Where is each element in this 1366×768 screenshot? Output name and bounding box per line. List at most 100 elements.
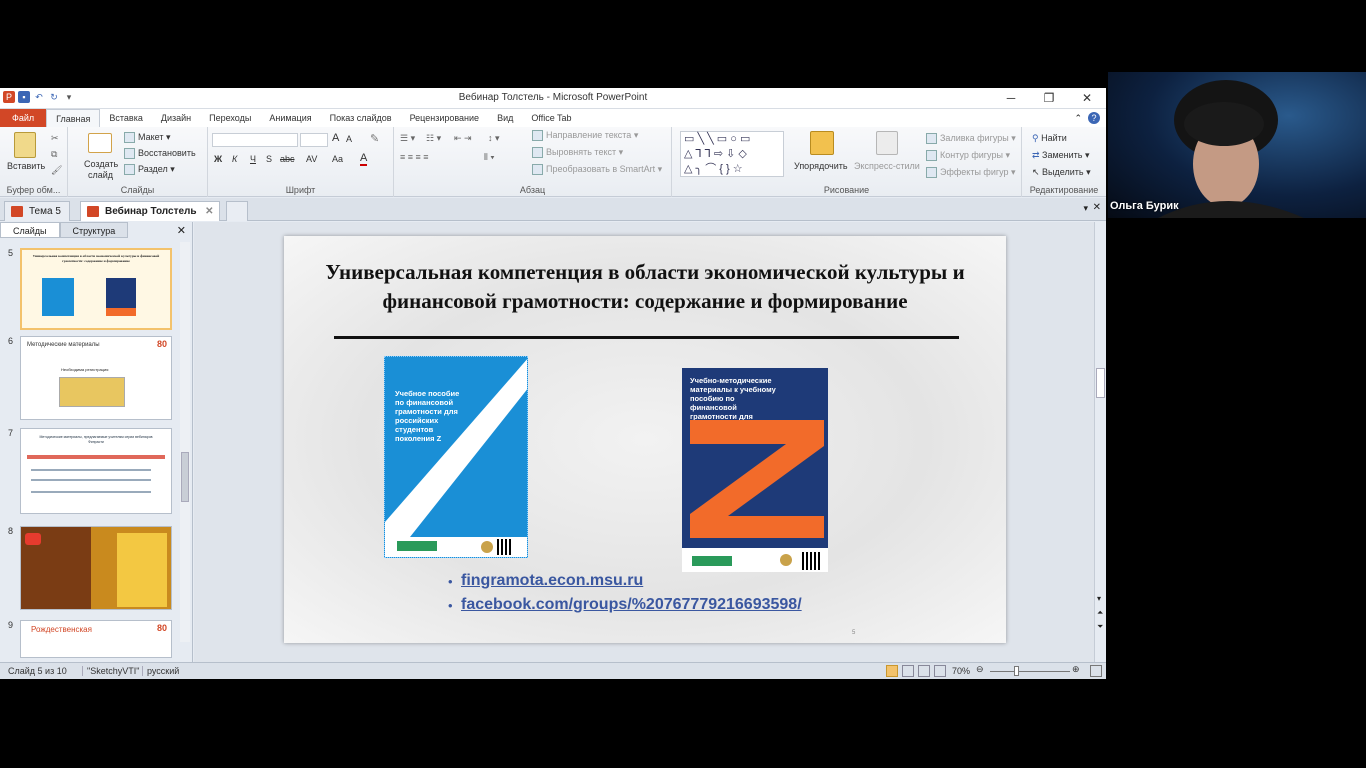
slide-thumbnail-6[interactable]: Методические материалы 80 Необходима рег… <box>20 336 172 420</box>
layout-button[interactable]: Макет ▾ <box>124 132 171 144</box>
tab-home[interactable]: Главная <box>46 109 101 127</box>
change-case-button[interactable]: Aa <box>332 154 343 164</box>
italic-button[interactable]: К <box>232 154 237 164</box>
clear-format-icon[interactable]: ✎ <box>370 132 379 145</box>
link-facebook[interactable]: facebook.com/groups/%20767779216693598/ <box>461 596 802 614</box>
paste-button[interactable]: Вставить <box>7 161 45 171</box>
close-tab-icon[interactable]: ✕ <box>205 202 213 221</box>
text-direction-button[interactable]: Направление текста ▾ <box>532 130 638 142</box>
tab-office-tab[interactable]: Office Tab <box>522 109 580 127</box>
font-size-box[interactable] <box>300 133 328 147</box>
slide-thumbnail-8[interactable] <box>20 526 172 610</box>
zoom-out-icon[interactable]: ⊖ <box>976 664 984 675</box>
align-buttons[interactable]: ≡ ≡ ≡ ≡ <box>400 152 429 162</box>
format-painter-icon[interactable]: 🖌 <box>51 165 62 176</box>
close-button[interactable]: ✕ <box>1068 88 1106 109</box>
doc-tab-theme5[interactable]: Тема 5 <box>4 201 70 221</box>
new-slide-button[interactable]: Создать <box>84 159 118 169</box>
panel-scrollbar[interactable] <box>180 242 190 642</box>
close-doc-icon[interactable]: ✕ <box>1093 202 1101 213</box>
select-button[interactable]: ↖ Выделить ▾ <box>1032 167 1091 178</box>
doc-tab-webinar[interactable]: Вебинар Толстель ✕ <box>80 201 220 221</box>
find-button[interactable]: ⚲ Найти <box>1032 133 1067 144</box>
fit-slide-icon[interactable] <box>1090 665 1102 677</box>
new-slide-button-line2[interactable]: слайд <box>88 170 113 180</box>
slide-sorter-icon[interactable] <box>902 665 914 677</box>
cut-icon[interactable]: ✂ <box>51 133 59 144</box>
line-spacing-icon[interactable]: ↕ ▾ <box>488 133 500 144</box>
tab-list-icon[interactable]: ▾ <box>1083 203 1088 214</box>
close-panel-icon[interactable]: ✕ <box>177 224 186 237</box>
next-slide-icon[interactable]: ⏷ <box>1097 622 1103 632</box>
grow-font-button[interactable]: A <box>332 132 339 144</box>
reading-view-icon[interactable] <box>918 665 930 677</box>
tab-slides[interactable]: Слайды <box>0 222 60 238</box>
slideshow-icon[interactable] <box>934 665 946 677</box>
bullets-icon[interactable]: ☰ ▾ <box>400 133 415 144</box>
tab-transitions[interactable]: Переходы <box>200 109 260 127</box>
section-button[interactable]: Раздел ▾ <box>124 164 175 176</box>
book-2-z-shape <box>690 420 824 538</box>
copy-icon[interactable]: ⧉ <box>51 149 57 160</box>
language[interactable]: русский <box>142 666 179 676</box>
columns-icon[interactable]: ⫴ ▾ <box>484 152 495 163</box>
book-cover-2[interactable]: Учебно-методические материалы к учебному… <box>682 368 828 572</box>
font-color-button[interactable]: A <box>360 152 368 166</box>
replace-button[interactable]: ⇄ Заменить ▾ <box>1032 150 1090 161</box>
align-text-button[interactable]: Выровнять текст ▾ <box>532 147 623 159</box>
tab-review[interactable]: Рецензирование <box>401 109 489 127</box>
minimize-button[interactable]: ─ <box>992 88 1030 109</box>
editor-scrollbar[interactable]: ▾ ⏶ ⏷ <box>1094 222 1106 662</box>
reset-button[interactable]: Восстановить <box>124 148 196 160</box>
tab-slideshow[interactable]: Показ слайдов <box>321 109 401 127</box>
prev-slide-icon[interactable]: ⏶ <box>1097 608 1103 618</box>
zoom-slider[interactable] <box>990 671 1070 672</box>
numbering-icon[interactable]: ☷ ▾ <box>426 133 441 144</box>
quick-styles-button[interactable]: Экспресс-стили <box>854 161 920 171</box>
shrink-font-button[interactable]: A <box>346 134 352 144</box>
shape-fill-button[interactable]: Заливка фигуры ▾ <box>926 133 1016 145</box>
new-slide-icon[interactable] <box>88 133 112 153</box>
arrange-icon[interactable] <box>810 131 834 155</box>
shape-outline-button[interactable]: Контур фигуры ▾ <box>926 150 1010 162</box>
qr-code-icon <box>497 539 513 555</box>
normal-view-icon[interactable] <box>886 665 898 677</box>
zoom-in-icon[interactable]: ⊕ <box>1072 664 1080 675</box>
shadow-button[interactable]: S <box>266 154 272 164</box>
help-icon[interactable]: ? <box>1088 112 1100 124</box>
zoom-level[interactable]: 70% <box>952 666 970 676</box>
scrollbar-thumb[interactable] <box>181 452 189 502</box>
scroll-down-icon[interactable]: ▾ <box>1097 594 1101 603</box>
tab-view[interactable]: Вид <box>488 109 522 127</box>
font-name-box[interactable] <box>212 133 298 147</box>
indent-icon[interactable]: ⇤ ⇥ <box>454 133 472 144</box>
strikethrough-button[interactable]: abc <box>280 154 295 164</box>
slide-thumbnail-5[interactable]: Универсальная компетенция в области экон… <box>20 248 172 330</box>
tab-insert[interactable]: Вставка <box>100 109 151 127</box>
smartart-button[interactable]: Преобразовать в SmartArt ▾ <box>532 164 662 176</box>
scrollbar-thumb[interactable] <box>1096 368 1105 398</box>
current-slide[interactable]: Универсальная компетенция в области экон… <box>284 236 1006 643</box>
zoom-slider-thumb[interactable] <box>1014 666 1019 676</box>
tab-animation[interactable]: Анимация <box>260 109 320 127</box>
arrange-button[interactable]: Упорядочить <box>794 161 848 171</box>
slide-title[interactable]: Универсальная компетенция в области экон… <box>324 258 966 316</box>
shape-effects-icon <box>926 167 937 179</box>
maximize-button[interactable]: ❐ <box>1030 88 1068 109</box>
underline-button[interactable]: Ч <box>250 154 256 164</box>
tab-design[interactable]: Дизайн <box>152 109 200 127</box>
paste-icon[interactable] <box>14 132 36 158</box>
slide-thumbnail-7[interactable]: Методические материалы, предлагаемые учи… <box>20 428 172 514</box>
shape-effects-button[interactable]: Эффекты фигур ▾ <box>926 167 1016 179</box>
char-spacing-button[interactable]: AV <box>306 154 317 164</box>
link-fingramota[interactable]: fingramota.econ.msu.ru <box>461 572 643 590</box>
shapes-gallery[interactable]: ▭ ╲ ╲ ▭ ○ ▭ △ ⅂ ⅂ ⇨ ⇩ ◇ △ ╮ ⌒ { } ☆ <box>680 131 784 177</box>
bold-button[interactable]: Ж <box>214 154 222 164</box>
new-tab-button[interactable] <box>226 201 248 221</box>
tab-file[interactable]: Файл <box>0 109 47 127</box>
slide-thumbnail-9[interactable]: Рождественская 80 <box>20 620 172 658</box>
tab-outline[interactable]: Структура <box>59 222 129 238</box>
quick-styles-icon[interactable] <box>876 131 898 155</box>
book-cover-1[interactable]: Учебное пособие по финансовой грамотност… <box>384 356 528 558</box>
collapse-ribbon-icon[interactable]: ⌃ <box>1074 113 1082 124</box>
